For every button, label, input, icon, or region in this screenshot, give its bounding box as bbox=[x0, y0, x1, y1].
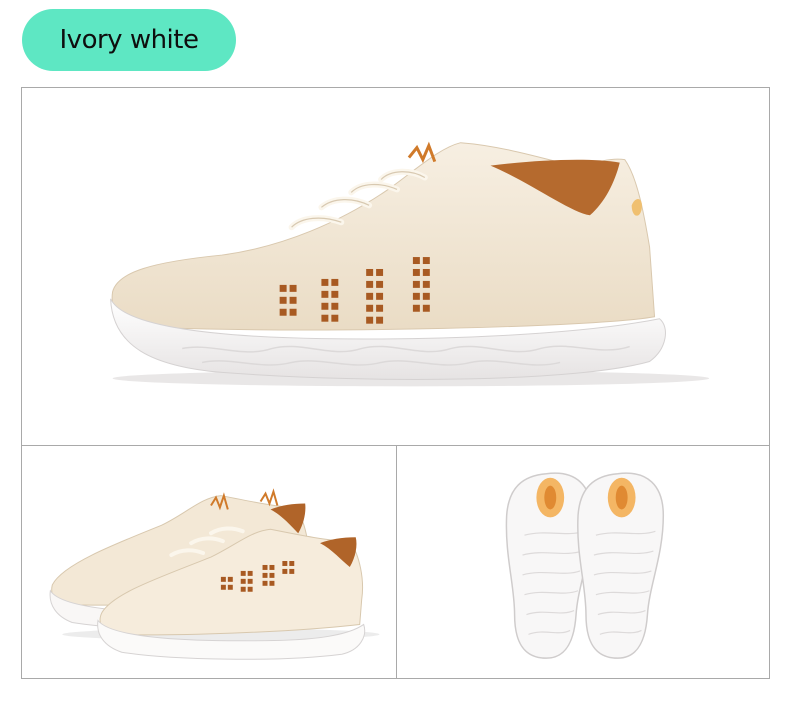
outsole-product-photo bbox=[396, 445, 770, 679]
sneaker-outsoles-image bbox=[505, 472, 665, 659]
pair-product-photo bbox=[21, 445, 397, 679]
color-variant-text: Ivory white bbox=[59, 25, 199, 55]
main-product-photo bbox=[21, 87, 770, 446]
sneaker-pair-image bbox=[49, 488, 380, 660]
color-variant-label: Ivory white bbox=[22, 9, 236, 71]
side-view-sneaker-image bbox=[110, 141, 710, 387]
